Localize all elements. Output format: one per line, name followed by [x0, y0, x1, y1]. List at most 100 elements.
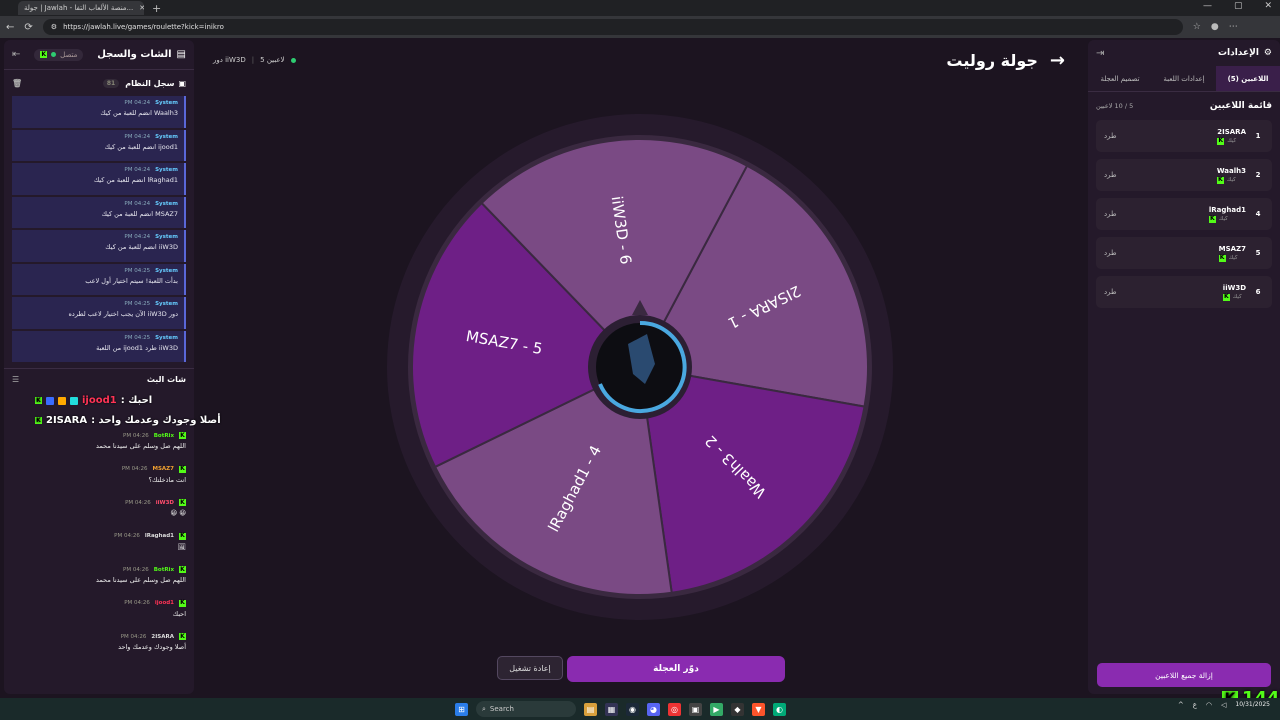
kick-player-button[interactable]: طرد: [1104, 249, 1117, 257]
clock[interactable]: 10/31/2025: [1235, 701, 1270, 708]
roulette-wheel[interactable]: 2ISARA - 1 Waalh3 - 2 lRaghad1 - 4 MSAZ7 - …: [385, 112, 895, 622]
wheel-svg[interactable]: 2ISARA - 1Waalh3 - 2lRaghad1 - 4MSAZ7 - …: [385, 112, 895, 622]
player-list-count: 5 / 10 لاعبين: [1096, 102, 1134, 110]
kick-icon: K: [1208, 215, 1216, 223]
chat-time: 04:26 PM: [121, 466, 148, 472]
badge-icon: [46, 396, 54, 405]
menu-icon[interactable]: ⋯: [1229, 22, 1238, 32]
tab-title: جولة | Jawlah - منصة الألعاب التفا...: [24, 4, 134, 12]
app-icon[interactable]: ▶: [710, 702, 723, 716]
player-name: Waalh3: [1216, 166, 1246, 175]
chat-overlay-line-2: K 2ISARA : أصلا وجودك وعدمك واحد: [35, 415, 221, 426]
app-icon[interactable]: ▣: [689, 702, 702, 716]
tab-players[interactable]: اللاعبين (5): [1216, 66, 1280, 91]
chat-bubble-icon: ▤: [176, 49, 186, 60]
arrow-right-icon[interactable]: →: [1050, 50, 1065, 71]
spin-wheel-button[interactable]: دوّر العجلة: [567, 656, 785, 682]
chat-user[interactable]: MSAZ7: [152, 466, 174, 472]
player-row: 5 MSAZ7 كيك K طرد: [1096, 237, 1272, 269]
chat-user[interactable]: BotRix: [154, 567, 174, 573]
url-field[interactable]: ⚙ https://jawlah.live/games/roulette?kic…: [42, 19, 1183, 35]
log-time: 04:25 PM: [124, 334, 151, 341]
kick-player-button[interactable]: طرد: [1104, 132, 1117, 140]
wifi-icon[interactable]: ◠: [1206, 701, 1212, 709]
kick-player-button[interactable]: طرد: [1104, 210, 1117, 218]
bookmark-icon[interactable]: ☆: [1193, 22, 1201, 32]
system-log-item: System 04:24 PM iiW3D انضم للعبة من كيك: [12, 230, 186, 262]
reload-icon[interactable]: ⟳: [24, 22, 32, 33]
search-icon: ⌕: [482, 704, 486, 713]
file-explorer-icon[interactable]: ▤: [584, 702, 597, 716]
windows-start-icon[interactable]: ⊞: [455, 702, 468, 716]
collapse-settings-icon[interactable]: ⇥: [1096, 48, 1104, 59]
close-tab-icon[interactable]: ✕: [139, 4, 144, 12]
kick-icon: K: [1222, 293, 1230, 301]
brave-icon[interactable]: ▼: [752, 702, 765, 716]
steam-icon[interactable]: ◉: [626, 702, 639, 716]
platform-label: كيك: [1232, 294, 1242, 300]
kick-icon: K: [1216, 176, 1224, 184]
settings-tabs: اللاعبين (5) إعدادات اللعبة تصميم العجلة: [1088, 66, 1280, 92]
chat-message: K BotRix 04:26 PM اللهم صل وسلم على سيدنا م…: [12, 562, 186, 596]
chrome-icon[interactable]: ◎: [668, 702, 681, 716]
remove-all-players-button[interactable]: إزالة جميع اللاعبين: [1097, 663, 1271, 687]
app-icon[interactable]: ◆: [731, 702, 744, 716]
profile-icon[interactable]: ●: [1211, 22, 1219, 32]
kick-icon: K: [1217, 137, 1225, 145]
edge-icon[interactable]: ◐: [773, 702, 786, 716]
settings-title: الإعدادات: [1217, 48, 1259, 58]
collapse-panel-icon[interactable]: ⇤: [12, 49, 20, 60]
player-row: 1 2ISARA كيك K طرد: [1096, 120, 1272, 152]
trash-icon[interactable]: 🗑: [12, 79, 22, 88]
platform-label: كيك: [1228, 255, 1238, 261]
browser-tab[interactable]: جولة | Jawlah - منصة الألعاب التفا... ✕: [18, 1, 144, 15]
log-sender: System: [155, 301, 178, 307]
chat-user[interactable]: ijood1: [155, 600, 174, 606]
tray-chevron-icon[interactable]: ^: [1178, 701, 1184, 709]
discord-icon[interactable]: ◕: [647, 702, 660, 716]
chat-user[interactable]: BotRix: [154, 433, 174, 439]
taskbar-search[interactable]: ⌕ Search: [476, 701, 576, 717]
close-window-icon[interactable]: ✕: [1264, 1, 1272, 11]
list-icon[interactable]: ☰: [12, 375, 19, 384]
url-text: https://jawlah.live/games/roulette?kick=…: [63, 23, 224, 31]
player-name: 2ISARA: [1217, 127, 1246, 136]
system-log-item: System 04:25 PM دور iiW3D الآن يجب اختيار …: [12, 297, 186, 329]
chat-user[interactable]: lRaghad1: [145, 533, 174, 539]
language-indicator[interactable]: ع: [1193, 701, 1197, 709]
volume-icon[interactable]: ◁: [1221, 701, 1226, 709]
kick-player-button[interactable]: طرد: [1104, 171, 1117, 179]
chat-text: انت ماذخلتك؟: [148, 475, 186, 484]
chat-user[interactable]: 2ISARA: [151, 634, 174, 640]
kick-player-button[interactable]: طرد: [1104, 288, 1117, 296]
kick-icon: K: [179, 599, 186, 607]
system-log-list: System 04:24 PM Waalh3 انضم للعبة من كيك Sy…: [4, 96, 194, 368]
restart-button[interactable]: إعادة تشغيل: [497, 656, 563, 680]
log-time: 04:25 PM: [124, 301, 151, 307]
stream-chat-list: K BotRix 04:26 PM اللهم صل وسلم على سيدنا م…: [4, 428, 194, 663]
chat-message: K 2ISARA 04:26 PM أصلا وجودك وعدمك واحد: [12, 629, 186, 663]
new-tab-icon[interactable]: +: [152, 2, 161, 15]
log-text: Waalh3 انضم للعبة من كيك: [100, 109, 178, 117]
kick-icon: K: [1218, 254, 1226, 262]
player-number: 6: [1255, 288, 1261, 296]
kick-icon: K: [179, 431, 186, 439]
minimize-icon[interactable]: —: [1203, 1, 1212, 11]
chat-time: 04:26 PM: [114, 533, 140, 539]
site-info-icon[interactable]: ⚙: [51, 23, 57, 31]
kick-icon: K: [179, 632, 186, 640]
player-number: 2: [1255, 171, 1261, 179]
back-icon[interactable]: ←: [6, 22, 14, 33]
log-time: 04:24 PM: [124, 100, 151, 106]
player-name: iiW3D: [1222, 283, 1246, 292]
maximize-icon[interactable]: ▢: [1234, 1, 1243, 11]
chat-text: 😀 😀: [170, 509, 186, 517]
system-log-item: System 04:24 PM ijood1 انضم للعبة من كيك: [12, 129, 186, 161]
tab-game-settings[interactable]: إعدادات اللعبة: [1152, 66, 1216, 91]
chat-text: 🖼: [177, 542, 186, 551]
chat-user[interactable]: iiW3D: [156, 500, 174, 506]
tab-wheel-design[interactable]: تصميم العجلة: [1088, 66, 1152, 91]
chat-text: احبك: [172, 609, 186, 618]
log-time: 04:24 PM: [124, 167, 151, 173]
store-icon[interactable]: ▦: [605, 702, 618, 716]
